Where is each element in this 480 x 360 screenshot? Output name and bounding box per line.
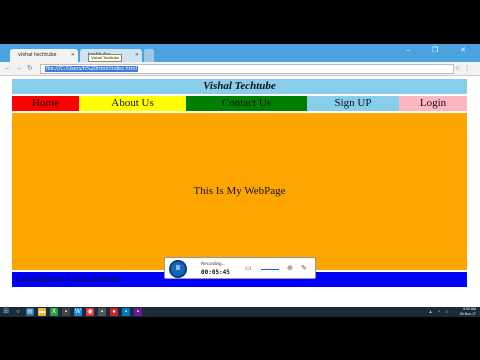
browser-toolbar: ← → ↻ file:///C:/Users/h%20html/index.ht… [0,62,480,76]
new-tab-button[interactable] [144,49,154,62]
nav-about-us[interactable]: About Us [79,96,186,111]
back-icon[interactable]: ← [4,64,11,74]
url-text: file:///C:/Users/h%20html/index.html [45,66,138,72]
windows-start-icon[interactable]: ⊞ [2,308,10,316]
nav-bar: Home About Us Contact Us Sign UP Login [12,96,467,111]
file-explorer-icon[interactable]: ▬ [38,308,46,316]
tab-vishal-techtube[interactable]: vishal techtube ✕ [10,49,78,62]
system-tray-icons[interactable]: ▴ ◔ ♪ [429,309,450,315]
task-view-icon[interactable]: ▤ [26,308,34,316]
taskbar: ⊞ ○ ▤ ▬ X ▪ W ◉ ▪ ● ▪ ▪ ▴ ◔ ♪ 9:00 AM 26… [0,307,480,317]
forward-icon[interactable]: → [15,64,22,74]
search-icon[interactable]: ○ [14,308,22,316]
pen-icon[interactable]: ✎ [301,264,307,272]
app-icon-4[interactable]: ▪ [134,308,142,316]
star-icon[interactable]: ☆ [455,66,464,72]
recording-timer: 00:05:45 [201,269,230,276]
app-icon-2[interactable]: ▪ [98,308,106,316]
tooltip: Vishal Techtube [88,54,123,62]
address-bar[interactable]: file:///C:/Users/h%20html/index.html [40,64,454,74]
site-header: Vishal Techtube [12,79,467,94]
screen: vishal techtube ✕ techtube ✕ – ❐ ✕ ← → ↻… [0,44,480,317]
volume-slider[interactable] [261,269,279,270]
pause-button[interactable]: II [169,260,187,278]
tab-label: vishal techtube [18,52,57,58]
nav-contact-us[interactable]: Contact Us [186,96,307,111]
screen-recorder-widget: II Recording... 00:05:45 ▭ ⊕ ✎ [164,257,316,279]
recording-status: Recording... [201,261,226,266]
window-controls[interactable]: – ❐ ✕ [406,46,476,54]
nav-sign-up[interactable]: Sign UP [307,96,399,111]
chrome-icon[interactable]: ◉ [86,308,94,316]
browser-titlebar: vishal techtube ✕ techtube ✕ – ❐ ✕ [0,44,480,62]
clock[interactable]: 9:00 AM 26-Nov-17 [460,307,476,317]
excel-icon[interactable]: X [50,308,58,316]
menu-icon[interactable]: ⋮ [464,66,474,72]
recorder-app-icon[interactable]: ● [110,308,118,316]
app-icon[interactable]: ▪ [62,308,70,316]
clock-date: 26-Nov-17 [459,312,476,316]
close-icon[interactable]: ✕ [135,49,139,62]
reload-icon[interactable]: ↻ [27,64,33,74]
nav-home[interactable]: Home [12,96,79,111]
webcam-icon[interactable]: ▭ [245,264,252,272]
close-icon[interactable]: ✕ [71,49,75,62]
word-icon[interactable]: W [74,308,82,316]
zoom-icon[interactable]: ⊕ [287,264,293,272]
main-content: This Is My WebPage [12,113,467,270]
nav-login[interactable]: Login [399,96,467,111]
app-icon-3[interactable]: ▪ [122,308,130,316]
